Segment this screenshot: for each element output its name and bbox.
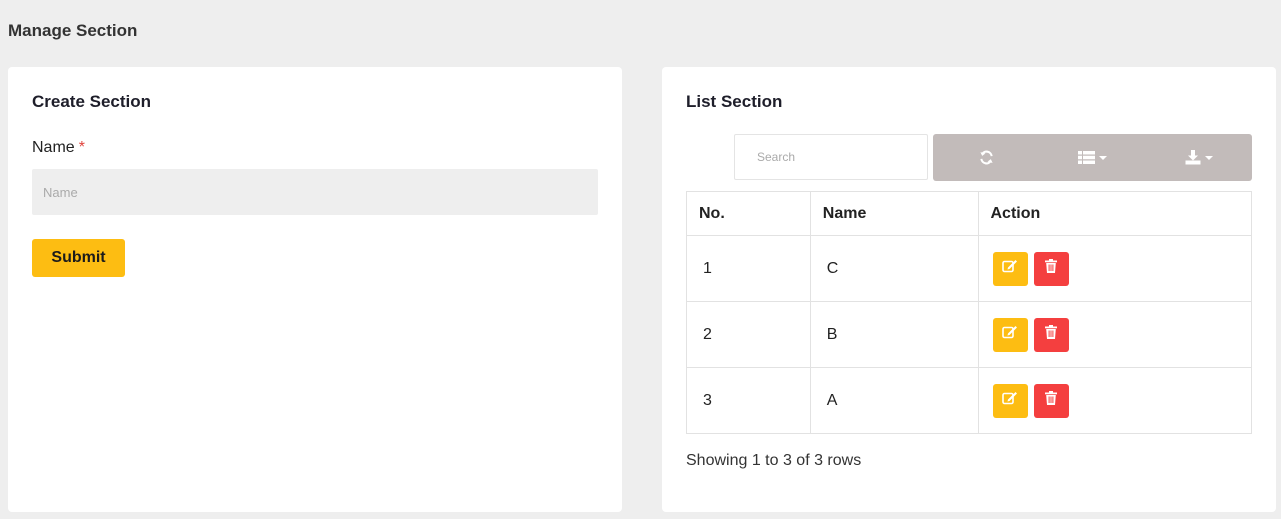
edit-button[interactable]: [992, 317, 1028, 352]
table-toolbar: [933, 134, 1252, 181]
columns-icon: [1077, 151, 1095, 164]
row-number: 1: [686, 235, 811, 302]
row-actions: [977, 367, 1252, 434]
required-mark: *: [78, 139, 85, 156]
chevron-down-icon: [1098, 155, 1107, 160]
row-name: C: [809, 235, 979, 302]
name-input[interactable]: [32, 169, 598, 215]
table-header-row: No. Name Action: [686, 191, 1252, 236]
trash-icon: [1045, 391, 1057, 410]
create-section-card: Create Section Name* Submit: [8, 67, 622, 512]
name-label-text: Name: [32, 139, 75, 156]
columns-button[interactable]: [1039, 134, 1145, 181]
pagination-info: Showing 1 to 3 of 3 rows: [686, 452, 862, 469]
row-number: 3: [686, 367, 811, 434]
row-actions: [977, 301, 1252, 368]
table-row: 2 B: [686, 301, 1252, 368]
column-header-name[interactable]: Name: [809, 191, 979, 236]
row-name: B: [809, 301, 979, 368]
column-header-no[interactable]: No.: [686, 191, 811, 236]
create-section-title: Create Section: [32, 92, 152, 111]
search-input[interactable]: [734, 134, 928, 180]
row-actions: [977, 235, 1252, 302]
table-row: 1 C: [686, 235, 1252, 302]
chevron-down-icon: [1204, 155, 1213, 160]
list-section-card: List Section Search No. Name Action 1 C …: [662, 67, 1276, 512]
edit-icon: [1002, 391, 1018, 410]
submit-button[interactable]: Submit: [32, 239, 125, 277]
edit-button[interactable]: [992, 383, 1028, 418]
edit-icon: [1002, 259, 1018, 278]
trash-icon: [1045, 325, 1057, 344]
delete-button[interactable]: [1033, 251, 1069, 286]
edit-icon: [1002, 325, 1018, 344]
list-section-title: List Section: [686, 92, 783, 111]
column-header-action: Action: [977, 191, 1252, 236]
export-icon: [1185, 150, 1201, 165]
section-table: No. Name Action 1 C 2 B 3 A: [686, 191, 1252, 434]
refresh-icon: [979, 150, 994, 165]
edit-button[interactable]: [992, 251, 1028, 286]
row-name: A: [809, 367, 979, 434]
export-button[interactable]: [1146, 134, 1252, 181]
row-number: 2: [686, 301, 811, 368]
table-row: 3 A: [686, 367, 1252, 434]
delete-button[interactable]: [1033, 383, 1069, 418]
page-title: Manage Section: [8, 21, 138, 40]
name-field-label: Name *: [32, 139, 85, 157]
refresh-button[interactable]: [933, 134, 1039, 181]
trash-icon: [1045, 259, 1057, 278]
delete-button[interactable]: [1033, 317, 1069, 352]
